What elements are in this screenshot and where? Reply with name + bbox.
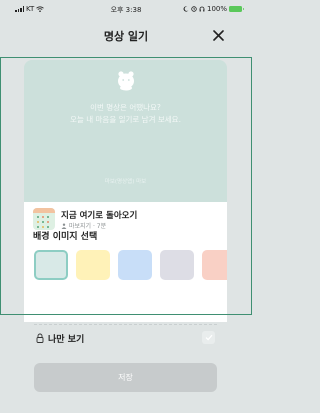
content-card: 지금 여기로 돌아오기 마보지기 · 7분 배경 이미지 선택 bbox=[24, 202, 227, 322]
album-thumbnail bbox=[33, 208, 55, 230]
track-row: 지금 여기로 돌아오기 마보지기 · 7분 bbox=[33, 208, 218, 230]
check-icon bbox=[205, 334, 212, 341]
background-swatch-3[interactable] bbox=[118, 250, 152, 280]
preview-credit: 마보(명상앱) 마보 bbox=[104, 179, 147, 185]
status-right: 100% bbox=[183, 5, 244, 13]
lock-icon bbox=[36, 333, 44, 343]
battery-icon bbox=[229, 6, 244, 12]
mascot-icon bbox=[118, 71, 134, 91]
diary-preview: 이번 명상은 어땠나요? 오늘 내 마음을 일기로 남겨 보세요. 마보(명상앱… bbox=[24, 60, 227, 202]
status-bar: KT 오후 3:38 100% bbox=[0, 0, 252, 18]
save-button[interactable]: 저장 bbox=[34, 363, 217, 392]
alarm-icon bbox=[191, 6, 197, 12]
private-label: 나만 보기 bbox=[48, 335, 85, 345]
background-swatches bbox=[34, 250, 227, 280]
private-checkbox[interactable] bbox=[202, 331, 215, 344]
screen: KT 오후 3:38 100% 명상 일기 이번 명상은 어땠나요? 오늘 내 … bbox=[0, 0, 252, 413]
headphone-icon bbox=[199, 6, 205, 12]
battery-label: 100% bbox=[206, 5, 227, 13]
dashed-divider bbox=[34, 324, 217, 325]
background-swatch-1[interactable] bbox=[34, 250, 68, 280]
close-icon bbox=[212, 29, 224, 41]
person-icon bbox=[61, 223, 67, 229]
background-swatch-5[interactable] bbox=[202, 250, 227, 280]
private-toggle-row[interactable]: 나만 보기 bbox=[34, 330, 217, 348]
background-swatch-4[interactable] bbox=[160, 250, 194, 280]
prompt-line-1: 이번 명상은 어땠나요? bbox=[90, 103, 161, 112]
background-swatch-2[interactable] bbox=[76, 250, 110, 280]
close-button[interactable] bbox=[208, 25, 228, 45]
track-title: 지금 여기로 돌아오기 bbox=[61, 211, 138, 221]
prompt-line-2: 오늘 내 마음을 일기로 남겨 보세요. bbox=[70, 115, 181, 124]
background-section-label: 배경 이미지 선택 bbox=[33, 232, 98, 242]
moon-icon bbox=[183, 6, 189, 12]
header: 명상 일기 bbox=[0, 18, 252, 52]
